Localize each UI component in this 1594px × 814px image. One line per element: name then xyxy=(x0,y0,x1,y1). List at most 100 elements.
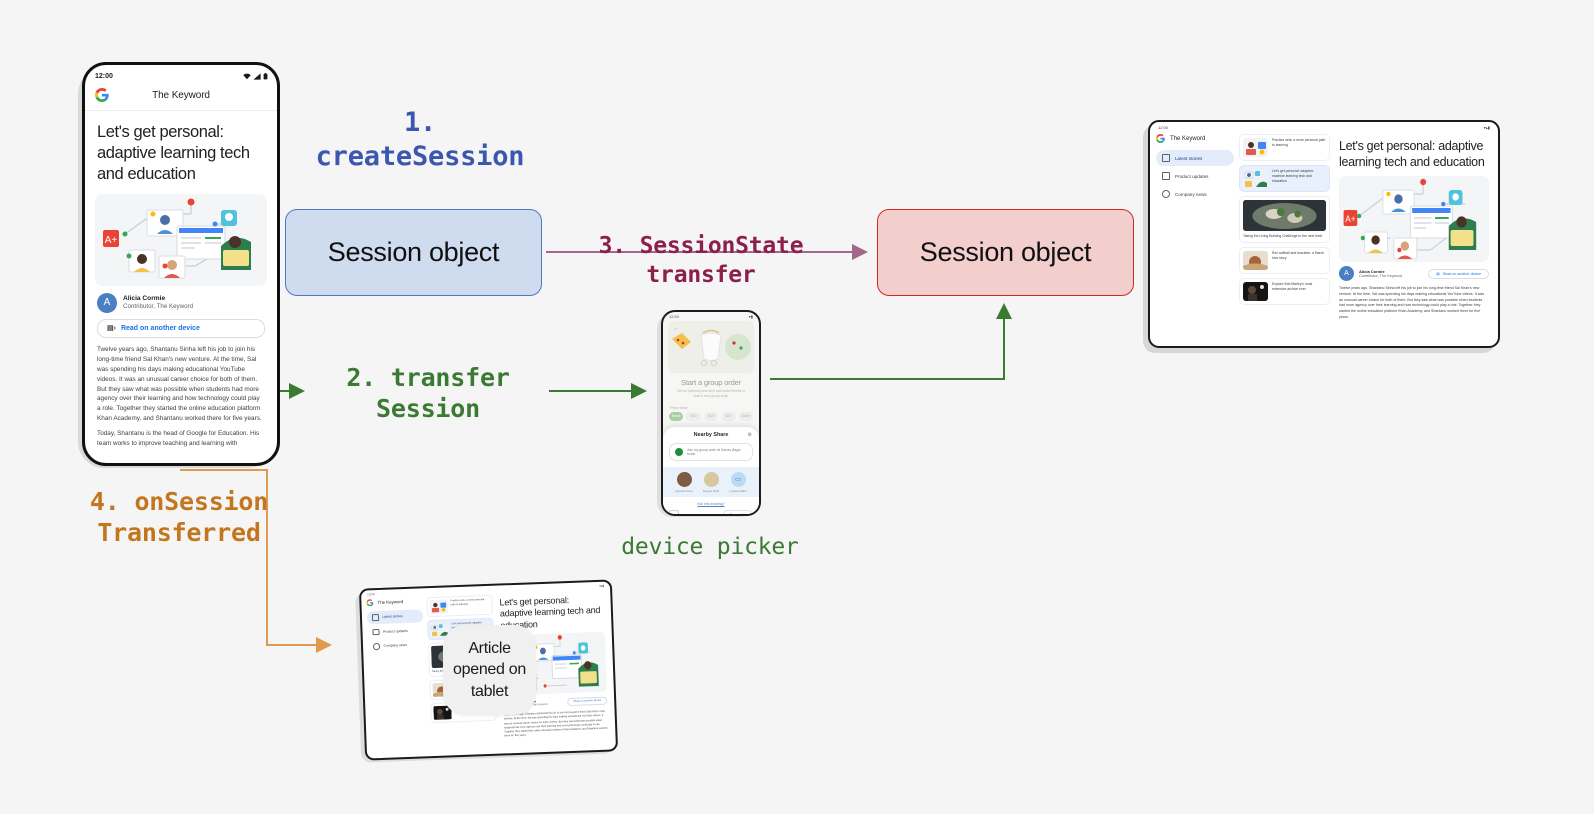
phone-status-bar: 12:00 xyxy=(85,65,277,84)
read-on-another-device-button[interactable]: Read on another device xyxy=(567,696,608,706)
phone-byline: A Alicia Cormie Contributor, The Keyword xyxy=(85,290,277,313)
price-chip-20[interactable]: $20 xyxy=(721,411,736,421)
phone-byline-role: Contributor, The Keyword xyxy=(123,303,194,311)
share-a-link-button[interactable]: Share a link xyxy=(723,510,753,514)
sidebar-item-label: Product updates xyxy=(382,628,408,634)
tablet-brand-label: The Keyword xyxy=(1170,135,1206,142)
callout-article-opened-on-tablet: Article opened on tablet xyxy=(443,625,536,715)
phone-article-headline: Let's get personal: adaptive learning te… xyxy=(97,123,250,183)
list-icon xyxy=(1162,154,1170,162)
step-label-on-session-transferred: 4. onSession Transferred xyxy=(89,487,269,548)
phone-body-paragraph-2: Today, Shantanu is the head of Google fo… xyxy=(97,430,260,448)
phone-app-title: The Keyword xyxy=(152,89,210,101)
phone-hero-illustration: A+ xyxy=(95,193,267,286)
sidebar-item-company-news[interactable]: Company news xyxy=(1156,186,1234,202)
tablet-story-list: Practice sets: a more personal path to l… xyxy=(1239,130,1333,335)
tablet-icon: ▭ xyxy=(730,472,746,487)
sidebar-item-company-news[interactable]: Company news xyxy=(368,638,424,653)
google-g-icon xyxy=(95,88,109,102)
sidebar-item-product-updates[interactable]: Product updates xyxy=(1156,168,1234,184)
tablet-byline: A Alicia Cormie Contributor, The Keyword… xyxy=(1339,266,1489,281)
phone-source-device: 12:00 The Keyword Let's get personal: ad… xyxy=(78,62,280,468)
tablet-article-headline: Let's get personal: adaptive learning te… xyxy=(1339,139,1485,169)
cast-icon: ▤ xyxy=(1436,271,1440,276)
tablet-status-bar: 12:00 ▾▴▮ xyxy=(1150,122,1498,130)
tablet-screen: 12:00 ▾▴▮ The Keyword Latest stories Pro… xyxy=(1148,120,1500,348)
share-app-icon xyxy=(675,448,683,456)
share-payload-text: Join my group order at Savory Bagel food… xyxy=(687,447,741,456)
session-object-source: Session object xyxy=(285,209,542,296)
nearby-target[interactable]: Alysha's Pixel xyxy=(673,472,695,493)
picker-subtitle: Set an optional price limit and invite f… xyxy=(676,389,746,398)
picker-status-time: 12:00 xyxy=(669,314,680,319)
read-on-another-device-label: Read on another device xyxy=(120,324,200,332)
tablet-result-sidebar: The Keyword Latest stories Product updat… xyxy=(361,594,431,746)
sidebar-item-label: Company news xyxy=(1175,191,1207,197)
list-icon xyxy=(371,613,379,621)
phone-status-time: 12:00 xyxy=(95,72,113,80)
story-card[interactable]: Practice sets: a more personal path to l… xyxy=(426,594,493,618)
nearby-target-name: Diego's Pixel xyxy=(702,489,720,493)
read-on-another-device-label: Read on another device xyxy=(573,699,602,704)
phone-article-body: Twelve years ago, Shantanu Sinha left hi… xyxy=(85,343,277,449)
story-thumbnail xyxy=(1243,138,1268,157)
square-icon xyxy=(372,628,380,636)
story-thumbnail xyxy=(429,599,448,615)
battery-icon xyxy=(263,72,268,79)
session-object-target: Session object xyxy=(877,209,1134,296)
read-on-another-device-button[interactable]: ▤› Read on another device xyxy=(97,318,265,338)
picker-status-icons: ▾▮ xyxy=(748,314,753,319)
google-g-icon xyxy=(1156,134,1165,143)
qr-icon[interactable]: ▦ xyxy=(669,510,679,514)
nearby-share-sheet: Nearby Share ⚙ Join my group order at Sa… xyxy=(663,427,759,514)
sidebar-item-product-updates[interactable]: Product updates xyxy=(367,624,423,639)
story-card[interactable]: Explore Bob Marley's most extensive arch… xyxy=(1239,277,1330,305)
phone-status-icons xyxy=(243,72,268,80)
tablet-article-pane: Let's get personal: adaptive learning te… xyxy=(1333,130,1498,335)
wifi-icon xyxy=(243,73,251,79)
avatar: A xyxy=(97,292,117,313)
svg-text:+: + xyxy=(674,327,678,333)
phone-body-paragraph-1: Twelve years ago, Shantanu Sinha left hi… xyxy=(97,345,262,423)
step-label-create-session: 1. createSession xyxy=(315,107,525,172)
price-chip-none[interactable]: None xyxy=(669,411,684,421)
avatar xyxy=(676,472,692,487)
nearby-target-name: Lucas's tablet xyxy=(729,489,747,493)
device-picker-screen: 12:00 ▾▮ + Start a group order Set an op… xyxy=(661,310,761,516)
avatar xyxy=(703,472,719,487)
story-card-title: Taking the Living Building Challenge to … xyxy=(1243,234,1323,238)
step-label-transfer-session: 2. transfer Session xyxy=(346,363,510,424)
avatar: A xyxy=(1339,266,1354,281)
nearby-target[interactable]: ▭ Lucas's tablet xyxy=(727,472,749,493)
share-payload-row: Join my group order at Savory Bagel food… xyxy=(669,443,753,461)
story-card-title: Practice sets: a more personal path to l… xyxy=(1272,138,1326,147)
step-label-sessionstate-transfer: 3. SessionState transfer xyxy=(598,233,804,288)
phone-screen: 12:00 The Keyword Let's get personal: ad… xyxy=(82,62,280,466)
tablet-hero-illustration: A+ xyxy=(1339,176,1489,262)
price-chip-other[interactable]: Other xyxy=(738,411,754,421)
sidebar-item-latest-stories[interactable]: Latest stories xyxy=(1156,150,1234,166)
price-chip-15[interactable]: $15 xyxy=(703,411,719,421)
google-g-icon xyxy=(366,599,374,607)
story-image xyxy=(1243,200,1326,231)
picker-price-limit-label: Price limit xyxy=(670,404,688,410)
picker-title: Start a group order xyxy=(681,378,741,387)
price-chip-10[interactable]: $10 xyxy=(686,411,701,421)
story-card-selected[interactable]: Let's get personal: adaptive machine lea… xyxy=(1239,165,1330,192)
story-card-wide[interactable]: Taking the Living Building Challenge to … xyxy=(1239,196,1330,243)
svg-text:A+: A+ xyxy=(1345,214,1355,224)
device-picker-label: device picker xyxy=(621,534,799,560)
nearby-target[interactable]: Diego's Pixel xyxy=(700,472,722,493)
cast-icon: ▤› xyxy=(107,325,116,333)
picker-price-chips: None $10 $15 $20 Other xyxy=(663,411,759,421)
sidebar-item-latest-stories[interactable]: Latest stories xyxy=(366,609,424,624)
story-card[interactable]: Rec softball and brackets: a March love … xyxy=(1239,246,1330,274)
gear-icon[interactable]: ⚙ xyxy=(748,432,752,438)
arrow-picker-to-session xyxy=(770,303,1012,380)
sidebar-item-label: Product updates xyxy=(1175,173,1209,179)
read-on-another-device-button[interactable]: ▤ Read on another device xyxy=(1428,268,1489,279)
story-card[interactable]: Practice sets: a more personal path to l… xyxy=(1239,134,1330,161)
tablet-sidebar: The Keyword Latest stories Product updat… xyxy=(1150,130,1239,335)
sidebar-item-label: Latest stories xyxy=(382,614,403,620)
tablet-brand: The Keyword xyxy=(1156,134,1234,143)
